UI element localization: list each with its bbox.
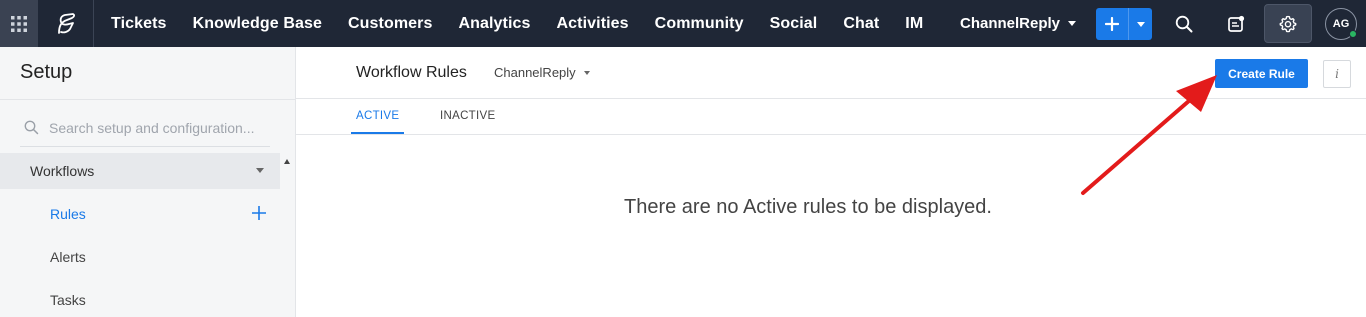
create-rule-button[interactable]: Create Rule	[1215, 59, 1308, 88]
sidebar-title: Setup	[20, 61, 73, 83]
brand-selector-label: ChannelReply	[960, 15, 1061, 32]
nav-chat[interactable]: Chat	[830, 0, 892, 47]
avatar-initials: AG	[1332, 18, 1350, 30]
page-title: Workflow Rules	[356, 64, 467, 81]
search-button[interactable]	[1164, 0, 1204, 47]
tab-inactive[interactable]: INACTIVE	[440, 99, 495, 134]
department-selector[interactable]: ChannelReply	[494, 65, 590, 80]
main-content: Workflow Rules ChannelReply Create Rule …	[296, 47, 1366, 317]
nav-tickets[interactable]: Tickets	[98, 0, 180, 47]
rule-status-tabs: ACTIVE INACTIVE	[296, 99, 1366, 135]
empty-state-message: There are no Active rules to be displaye…	[624, 196, 992, 218]
chevron-down-icon	[1136, 21, 1145, 27]
scroll-up-arrow-icon[interactable]	[284, 159, 290, 164]
apps-grid-icon	[11, 15, 27, 32]
nav-im[interactable]: IM	[892, 0, 936, 47]
sidebar-item-alerts[interactable]: Alerts	[50, 249, 86, 265]
sidebar-item-rules[interactable]: Rules	[50, 206, 86, 222]
notes-icon	[1228, 15, 1245, 32]
department-selector-label: ChannelReply	[494, 65, 576, 80]
divider	[0, 99, 295, 100]
nav-social[interactable]: Social	[757, 0, 831, 47]
sidebar-section-workflows[interactable]: Workflows	[0, 153, 280, 189]
nav-customers[interactable]: Customers	[335, 0, 445, 47]
main-nav: Tickets Knowledge Base Customers Analyti…	[98, 0, 936, 47]
notes-button[interactable]	[1216, 0, 1256, 47]
desk-logo-icon	[57, 12, 75, 34]
settings-button[interactable]	[1264, 4, 1312, 43]
search-placeholder: Search setup and configuration...	[49, 119, 255, 136]
chevron-down-icon	[583, 70, 590, 75]
chevron-down-icon	[256, 168, 264, 173]
quick-create-button[interactable]	[1096, 8, 1152, 40]
plus-icon[interactable]	[1096, 8, 1128, 40]
page-header: Workflow Rules ChannelReply Create Rule …	[296, 47, 1366, 99]
sidebar-section-label: Workflows	[30, 163, 95, 179]
top-bar: Tickets Knowledge Base Customers Analyti…	[0, 0, 1366, 47]
user-avatar[interactable]: AG	[1325, 8, 1357, 40]
nav-activities[interactable]: Activities	[544, 0, 642, 47]
info-icon: i	[1335, 67, 1339, 81]
setup-sidebar: Setup Search setup and configuration... …	[0, 47, 296, 317]
nav-community[interactable]: Community	[642, 0, 757, 47]
search-icon	[24, 120, 39, 135]
search-icon	[1175, 15, 1193, 32]
desk-logo[interactable]	[38, 0, 94, 47]
brand-selector[interactable]: ChannelReply	[960, 0, 1077, 47]
nav-analytics[interactable]: Analytics	[445, 0, 543, 47]
tab-active[interactable]: ACTIVE	[351, 99, 405, 134]
apps-grid-button[interactable]	[0, 0, 38, 47]
online-status-icon	[1349, 30, 1357, 38]
setup-search-input[interactable]: Search setup and configuration...	[20, 109, 270, 147]
sidebar-item-tasks[interactable]: Tasks	[50, 292, 86, 308]
quick-create-dropdown[interactable]	[1128, 8, 1152, 40]
gear-icon	[1279, 15, 1297, 32]
add-rule-plus-icon[interactable]	[250, 204, 268, 222]
info-button[interactable]: i	[1323, 60, 1351, 88]
chevron-down-icon	[1068, 21, 1077, 26]
nav-knowledge-base[interactable]: Knowledge Base	[180, 0, 335, 47]
